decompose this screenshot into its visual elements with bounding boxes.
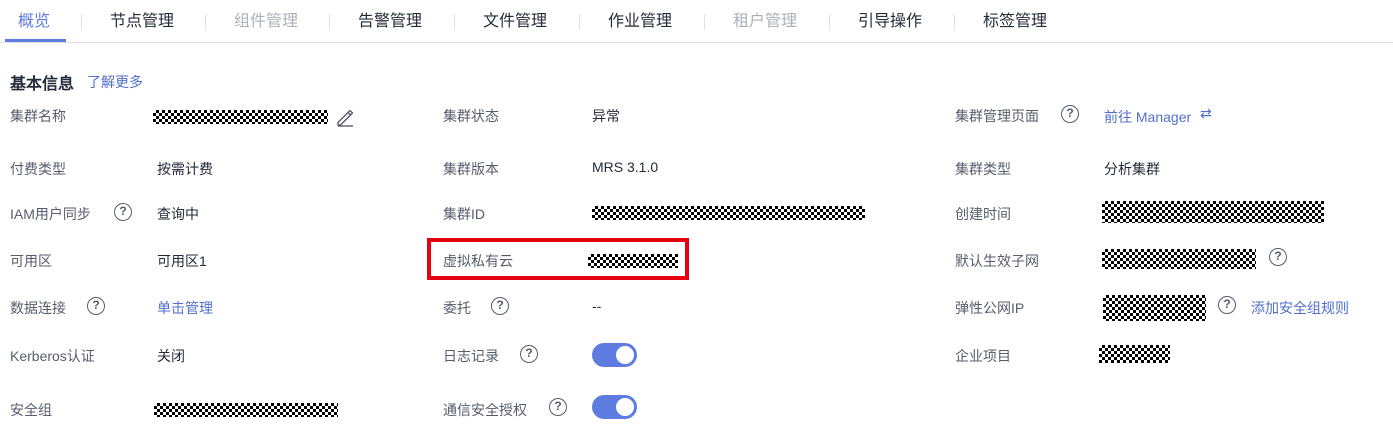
tab-divider xyxy=(329,14,330,30)
add-security-group-rule-link[interactable]: 添加安全组规则 xyxy=(1251,298,1349,318)
go-to-manager-link[interactable]: 前往 Manager xyxy=(1104,107,1191,127)
cluster-status-label: 集群状态 xyxy=(443,108,499,124)
enterprise-project-redacted xyxy=(1099,345,1170,363)
tab-tags[interactable]: 标签管理 xyxy=(983,0,1047,43)
cluster-type-label: 集群类型 xyxy=(955,161,1011,177)
comm-security-toggle[interactable] xyxy=(592,395,637,419)
iam-sync-label: IAM用户同步 xyxy=(10,206,91,222)
help-icon[interactable]: ? xyxy=(1061,105,1079,123)
cluster-manager-page-label: 集群管理页面 xyxy=(955,108,1039,124)
cluster-version-label: 集群版本 xyxy=(443,161,499,177)
default-subnet-redacted xyxy=(1102,249,1256,269)
tab-alarms[interactable]: 告警管理 xyxy=(358,0,422,43)
tab-tenants: 租户管理 xyxy=(733,13,798,30)
create-time-redacted xyxy=(1102,201,1324,223)
tab-files[interactable]: 文件管理 xyxy=(483,0,547,43)
tab-jobs[interactable]: 作业管理 xyxy=(608,0,672,43)
eip-redacted xyxy=(1103,295,1206,321)
vpc-redacted xyxy=(588,254,678,268)
agency-label: 委托 xyxy=(443,300,471,316)
tab-components: 组件管理 xyxy=(234,13,299,30)
cluster-overview-page: 概览 节点管理 组件管理 告警管理 文件管理 作业管理 租户管理 引导操作 标签… xyxy=(0,0,1393,431)
billing-type-value: 按需计费 xyxy=(157,161,213,177)
tab-divider xyxy=(704,14,705,30)
active-tab-indicator xyxy=(5,39,66,42)
billing-type-label: 付费类型 xyxy=(10,161,66,177)
cluster-name-label: 集群名称 xyxy=(10,108,66,124)
kerberos-value: 关闭 xyxy=(157,348,185,364)
cluster-id-label: 集群ID xyxy=(443,206,485,222)
data-connection-label: 数据连接 xyxy=(10,300,66,316)
agency-value: -- xyxy=(592,298,602,314)
comm-security-label: 通信安全授权 xyxy=(443,402,527,418)
help-icon[interactable]: ? xyxy=(1269,248,1287,266)
create-time-label: 创建时间 xyxy=(955,206,1011,222)
tab-divider xyxy=(454,14,455,30)
vpc-label: 虚拟私有云 xyxy=(443,253,513,269)
eip-label: 弹性公网IP xyxy=(955,300,1025,316)
security-group-label: 安全组 xyxy=(10,402,52,418)
help-icon[interactable]: ? xyxy=(1218,296,1236,314)
cluster-version-value: MRS 3.1.0 xyxy=(592,159,659,175)
tab-divider xyxy=(81,14,82,30)
tab-divider xyxy=(205,14,206,30)
help-icon[interactable]: ? xyxy=(549,398,567,416)
cluster-type-value: 分析集群 xyxy=(1104,161,1160,177)
logging-label: 日志记录 xyxy=(443,348,499,364)
kerberos-label: Kerberos认证 xyxy=(10,348,95,364)
cluster-name-redacted xyxy=(153,110,328,124)
enterprise-project-label: 企业项目 xyxy=(955,348,1011,364)
section-title: 基本信息 xyxy=(10,76,75,93)
help-icon[interactable]: ? xyxy=(520,345,538,363)
default-subnet-label: 默认生效子网 xyxy=(955,253,1039,269)
swap-icon[interactable]: ⇄ xyxy=(1200,105,1212,122)
learn-more-link[interactable]: 了解更多 xyxy=(87,72,143,92)
manage-data-connection-link[interactable]: 单击管理 xyxy=(157,298,213,318)
tab-bootstrap[interactable]: 引导操作 xyxy=(858,0,922,43)
help-icon[interactable]: ? xyxy=(87,297,105,315)
tab-nodes[interactable]: 节点管理 xyxy=(110,0,174,43)
help-icon[interactable]: ? xyxy=(491,297,509,315)
cluster-status-value: 异常 xyxy=(592,108,620,124)
logging-toggle[interactable] xyxy=(592,343,637,367)
az-value: 可用区1 xyxy=(157,253,207,269)
tab-bar: 概览 节点管理 组件管理 告警管理 文件管理 作业管理 租户管理 引导操作 标签… xyxy=(0,0,1393,43)
tab-divider xyxy=(579,14,580,30)
tab-overview[interactable]: 概览 xyxy=(18,0,50,43)
tab-divider xyxy=(829,14,830,30)
security-group-redacted xyxy=(154,403,338,417)
help-icon[interactable]: ? xyxy=(114,203,132,221)
iam-sync-value: 查询中 xyxy=(157,206,199,222)
az-label: 可用区 xyxy=(10,253,52,269)
cluster-id-redacted xyxy=(592,206,865,220)
edit-icon[interactable] xyxy=(335,107,355,127)
tab-divider xyxy=(954,14,955,30)
